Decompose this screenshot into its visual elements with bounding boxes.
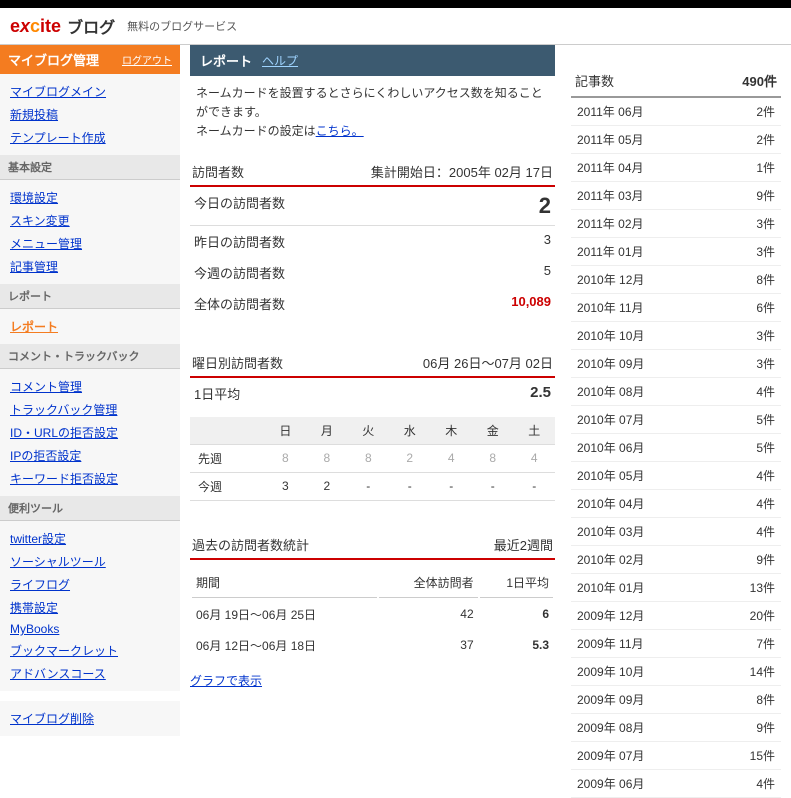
sidebar-link-menu[interactable]: メニュー管理 bbox=[10, 232, 170, 255]
past-row: 06月 19日〜06月 25日426 bbox=[192, 600, 553, 629]
weekday-range: 06月 26日〜07月 02日 bbox=[423, 353, 553, 372]
sidebar-link-twitter[interactable]: twitter設定 bbox=[10, 527, 170, 550]
archive-row[interactable]: 2009年 12月20件 bbox=[571, 602, 781, 630]
archive-head: 記事数 490件 bbox=[571, 65, 781, 98]
sidebar-link-report[interactable]: レポート bbox=[10, 315, 170, 338]
sidebar-link-id-url-deny[interactable]: ID・URLの拒否設定 bbox=[10, 421, 170, 444]
archive-row[interactable]: 2010年 04月4件 bbox=[571, 490, 781, 518]
sidebar: マイブログ管理 ログアウト マイブログメイン 新規投稿 テンプレート作成 基本設… bbox=[0, 45, 180, 798]
visitor-stat-row: 全体の訪問者数10,089 bbox=[190, 288, 555, 319]
archive-row[interactable]: 2010年 05月4件 bbox=[571, 462, 781, 490]
main-content: レポート ヘルプ ネームカードを設置するとさらにくわしいアクセス数を知ることがで… bbox=[190, 45, 555, 798]
sidebar-link-advance[interactable]: アドバンスコース bbox=[10, 662, 170, 685]
sidebar-link-new-post[interactable]: 新規投稿 bbox=[10, 103, 170, 126]
sidebar-section-tools: 便利ツール bbox=[0, 496, 180, 521]
sidebar-link-article[interactable]: 記事管理 bbox=[10, 255, 170, 278]
today-visitors-value: 2 bbox=[539, 193, 551, 219]
logo-blog-text: ブログ bbox=[67, 14, 115, 38]
sidebar-link-social[interactable]: ソーシャルツール bbox=[10, 550, 170, 573]
tagline: 無料のブログサービス bbox=[127, 18, 237, 34]
sidebar-link-myblog-main[interactable]: マイブログメイン bbox=[10, 80, 170, 103]
logout-link[interactable]: ログアウト bbox=[122, 52, 172, 67]
sidebar-link-mybooks[interactable]: MyBooks bbox=[10, 619, 170, 639]
archive-row[interactable]: 2009年 10月14件 bbox=[571, 658, 781, 686]
archive-row[interactable]: 2010年 08月4件 bbox=[571, 378, 781, 406]
archive-row[interactable]: 2011年 04月1件 bbox=[571, 154, 781, 182]
sidebar-link-skin[interactable]: スキン変更 bbox=[10, 209, 170, 232]
archive-row[interactable]: 2011年 01月3件 bbox=[571, 238, 781, 266]
archive-row[interactable]: 2010年 03月4件 bbox=[571, 518, 781, 546]
archive-row[interactable]: 2011年 06月2件 bbox=[571, 98, 781, 126]
archive-row[interactable]: 2010年 02月9件 bbox=[571, 546, 781, 574]
sidebar-link-trackback[interactable]: トラックバック管理 bbox=[10, 398, 170, 421]
sidebar-section-report: レポート bbox=[0, 284, 180, 309]
archive-row[interactable]: 2010年 06月5件 bbox=[571, 434, 781, 462]
today-visitors-row: 今日の訪問者数 2 bbox=[190, 187, 555, 225]
archive-row[interactable]: 2010年 12月8件 bbox=[571, 266, 781, 294]
sidebar-link-bookmarklet[interactable]: ブックマークレット bbox=[10, 639, 170, 662]
weekday-avg-row: 1日平均 2.5 bbox=[190, 378, 555, 409]
archive-row[interactable]: 2010年 10月3件 bbox=[571, 322, 781, 350]
weekday-table: 日月火水木金土 先週8882484今週32----- bbox=[190, 417, 555, 501]
past-table: 期間 全体訪問者 1日平均 06月 19日〜06月 25日42606月 12日〜… bbox=[190, 566, 555, 662]
visitor-stat-row: 今週の訪問者数5 bbox=[190, 257, 555, 288]
sidebar-link-lifelog[interactable]: ライフログ bbox=[10, 573, 170, 596]
archive-row[interactable]: 2009年 06月4件 bbox=[571, 770, 781, 798]
sidebar-link-ip-deny[interactable]: IPの拒否設定 bbox=[10, 444, 170, 467]
weekday-row: 今週32----- bbox=[190, 472, 555, 500]
archive-row[interactable]: 2010年 01月13件 bbox=[571, 574, 781, 602]
archive-row[interactable]: 2010年 07月5件 bbox=[571, 406, 781, 434]
intro-text: ネームカードを設置するとさらにくわしいアクセス数を知ることができます。 ネームカ… bbox=[190, 76, 555, 150]
archive-column: 記事数 490件 2011年 06月2件2011年 05月2件2011年 04月… bbox=[571, 45, 781, 798]
help-link[interactable]: ヘルプ bbox=[262, 52, 298, 69]
archive-row[interactable]: 2011年 03月9件 bbox=[571, 182, 781, 210]
site-header: excite ブログ 無料のブログサービス bbox=[0, 8, 791, 45]
archive-row[interactable]: 2011年 02月3件 bbox=[571, 210, 781, 238]
archive-row[interactable]: 2009年 09月8件 bbox=[571, 686, 781, 714]
archive-row[interactable]: 2009年 11月7件 bbox=[571, 630, 781, 658]
sidebar-link-env[interactable]: 環境設定 bbox=[10, 186, 170, 209]
sidebar-link-delete-blog[interactable]: マイブログ削除 bbox=[10, 707, 170, 730]
sidebar-link-comment-mgmt[interactable]: コメント管理 bbox=[10, 375, 170, 398]
start-date: 集計開始日：2005年 02月 17日 bbox=[371, 162, 553, 181]
sidebar-title: マイブログ管理 ログアウト bbox=[0, 45, 180, 74]
report-title: レポート bbox=[200, 51, 252, 70]
sidebar-main-links: マイブログメイン 新規投稿 テンプレート作成 bbox=[0, 74, 180, 155]
graph-link[interactable]: グラフで表示 bbox=[190, 672, 262, 689]
archive-row[interactable]: 2010年 09月3件 bbox=[571, 350, 781, 378]
namecard-link[interactable]: こちら。 bbox=[316, 124, 364, 138]
visitors-section-head: 訪問者数 集計開始日：2005年 02月 17日 bbox=[190, 158, 555, 187]
sidebar-section-comment: コメント・トラックバック bbox=[0, 344, 180, 369]
sidebar-link-mobile[interactable]: 携帯設定 bbox=[10, 596, 170, 619]
top-bar bbox=[0, 0, 791, 8]
past-section-head: 過去の訪問者数統計 最近2週間 bbox=[190, 531, 555, 560]
archive-total: 490件 bbox=[742, 71, 777, 90]
site-logo[interactable]: excite bbox=[10, 16, 61, 37]
weekday-section-head: 曜日別訪問者数 06月 26日〜07月 02日 bbox=[190, 349, 555, 378]
report-header: レポート ヘルプ bbox=[190, 45, 555, 76]
archive-row[interactable]: 2011年 05月2件 bbox=[571, 126, 781, 154]
archive-row[interactable]: 2009年 08月9件 bbox=[571, 714, 781, 742]
archive-row[interactable]: 2010年 11月6件 bbox=[571, 294, 781, 322]
weekday-row: 先週8882484 bbox=[190, 444, 555, 472]
archive-row[interactable]: 2009年 07月15件 bbox=[571, 742, 781, 770]
sidebar-section-basic: 基本設定 bbox=[0, 155, 180, 180]
sidebar-link-template[interactable]: テンプレート作成 bbox=[10, 126, 170, 149]
weekday-avg-value: 2.5 bbox=[530, 384, 551, 403]
past-range: 最近2週間 bbox=[494, 535, 553, 554]
sidebar-link-keyword-deny[interactable]: キーワード拒否設定 bbox=[10, 467, 170, 490]
visitor-stat-row: 昨日の訪問者数3 bbox=[190, 226, 555, 257]
past-row: 06月 12日〜06月 18日375.3 bbox=[192, 631, 553, 660]
